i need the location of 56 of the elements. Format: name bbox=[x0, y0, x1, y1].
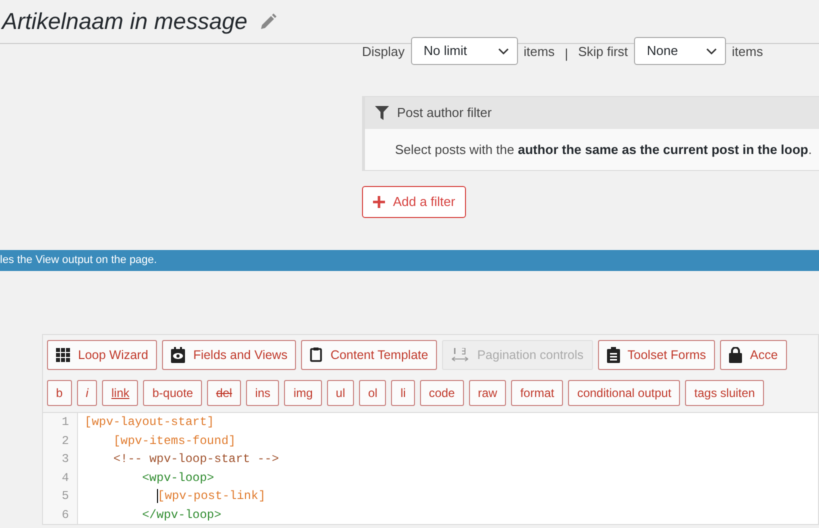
filter-description: Select posts with the author the same as the current post in the loop. bbox=[365, 128, 819, 170]
clipboard-icon bbox=[310, 347, 322, 362]
chevron-icon bbox=[498, 48, 509, 54]
format-button[interactable]: code bbox=[420, 380, 464, 406]
page-title: Artikelnaam in message bbox=[0, 6, 248, 36]
format-button[interactable]: b-quote bbox=[143, 380, 202, 406]
edit-pencil-icon[interactable] bbox=[259, 12, 278, 30]
format-button[interactable]: raw bbox=[468, 380, 506, 406]
code-line: [wpv-post-link] bbox=[156, 489, 266, 504]
toolbar-button[interactable]: Content Template bbox=[301, 340, 438, 370]
format-button[interactable]: b bbox=[47, 380, 72, 406]
format-button[interactable]: li bbox=[391, 380, 415, 406]
code-line: [wpv-layout-start] bbox=[84, 415, 214, 430]
code-line: <wpv-loop> bbox=[142, 470, 214, 485]
separator: | bbox=[564, 45, 568, 63]
plus-icon bbox=[373, 196, 385, 208]
skip-label: Skip first bbox=[578, 43, 628, 61]
line-number: 4 bbox=[60, 470, 69, 487]
line-number: 3 bbox=[60, 451, 69, 468]
format-button[interactable]: link bbox=[102, 380, 138, 406]
format-button[interactable]: ol bbox=[359, 380, 386, 406]
code-line: <!-- wpv-loop-start --> bbox=[113, 452, 279, 466]
grid-icon bbox=[56, 348, 70, 362]
line-number: 6 bbox=[60, 506, 69, 524]
code-line: [wpv-items-found] bbox=[113, 434, 236, 448]
format-button[interactable]: del bbox=[207, 380, 242, 406]
lock-icon bbox=[729, 346, 742, 363]
line-number: 5 bbox=[60, 488, 69, 506]
toolbar-button[interactable]: Fields and Views bbox=[162, 340, 296, 370]
display-label: Display bbox=[362, 43, 405, 61]
code-editor[interactable]: 1 2 3 4 5 6 [wpv-layout-start] [wpv-items-found] <!-- wpv-loop-start --> <wpv-loop> [wpv-post-link] </wpv-loop> bbox=[43, 412, 818, 524]
select-field[interactable]: None bbox=[634, 37, 726, 65]
items-label: items bbox=[732, 43, 763, 61]
add-filter-button[interactable]: Add a filter bbox=[362, 186, 466, 218]
info-bar: les the View output on the page. bbox=[0, 250, 819, 270]
toolbar-button[interactable]: Toolset Forms bbox=[598, 340, 716, 370]
format-button[interactable]: ul bbox=[326, 380, 354, 406]
toolbar-button[interactable]: Acce bbox=[720, 340, 787, 370]
format-button[interactable]: img bbox=[284, 380, 322, 406]
format-button[interactable]: format bbox=[511, 380, 564, 406]
format-button[interactable]: i bbox=[76, 380, 98, 406]
filter-title: Post author filter bbox=[397, 104, 492, 122]
chevron-icon bbox=[706, 48, 717, 54]
format-button[interactable]: ins bbox=[246, 380, 280, 406]
code-line: </wpv-loop> bbox=[142, 508, 222, 522]
format-button[interactable]: tags sluiten bbox=[685, 380, 764, 406]
form-icon bbox=[606, 346, 620, 363]
eye-icon bbox=[171, 346, 186, 363]
line-number: 1 bbox=[60, 414, 69, 432]
select-field[interactable]: No limit bbox=[410, 37, 518, 65]
filter-icon bbox=[375, 106, 389, 120]
items-label: items bbox=[524, 43, 555, 61]
format-button[interactable]: conditional output bbox=[568, 380, 680, 406]
pagination-icon bbox=[451, 348, 470, 362]
toolbar-button[interactable]: Loop Wizard bbox=[47, 340, 158, 370]
line-number: 2 bbox=[60, 432, 69, 450]
